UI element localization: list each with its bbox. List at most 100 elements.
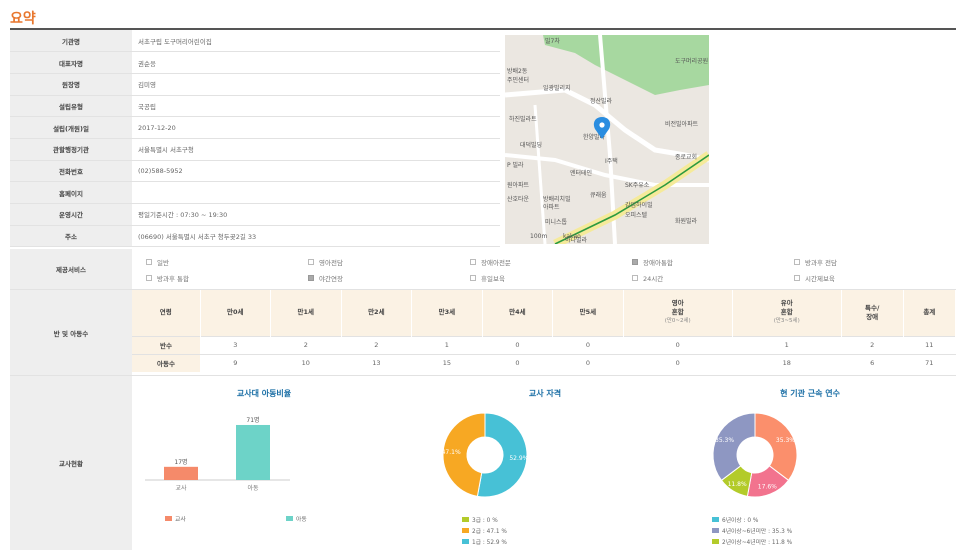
class-row: 아동수 9 10 13 15 0 0 0 18 6 71 [132, 353, 956, 372]
service-label: 휴일보육 [481, 275, 505, 283]
map-label: kakao [563, 233, 581, 240]
info-row: 전화번호 (02)588-5952 [10, 160, 500, 183]
class-cell: 2 [270, 335, 342, 354]
info-table: 기관명 서초구립 도구머리어린이집 대표자명 권순응 원장명 김미영 설립유형 국공립… [10, 30, 500, 248]
class-header: 총계 [903, 290, 957, 336]
info-value: 평일기준시간 : 07:30 ~ 19:30 [132, 203, 500, 226]
info-label: 대표자명 [10, 51, 132, 74]
bar-child [236, 424, 270, 480]
classes-table: 연령 만0세 만1세 만2세 만3세 만4세 만5세 영아 혼합 (만0~2세) 유아 혼합 (만3… [132, 290, 957, 372]
class-cell: 1 [411, 335, 483, 354]
info-label: 전화번호 [10, 160, 132, 183]
info-label: 관할행정기관 [10, 138, 132, 161]
map-label: I주택 [605, 158, 618, 165]
info-label: 기관명 [10, 30, 132, 53]
tenure-donut-chart: 35.3% 17.6% 11.8% 35.3% [712, 412, 798, 498]
map-label: P 빌라 [507, 161, 524, 169]
checkbox-icon [146, 275, 152, 281]
services-label: 제공서비스 [10, 249, 132, 290]
map-label: 종로교회 [675, 153, 697, 161]
info-row: 설립유형 국공립 [10, 95, 500, 118]
slice-data-label: 47.1% [442, 449, 461, 456]
legend-swatch [712, 517, 719, 522]
class-header: 만5세 [552, 290, 624, 336]
info-row: 홈페이지 [10, 181, 500, 204]
checkbox-icon [470, 259, 476, 265]
class-cell: 1 [732, 335, 842, 354]
info-label: 설립유형 [10, 95, 132, 118]
legend-label: 6년이상 : 0 % [722, 518, 759, 524]
legend-label: 3급 : 0 % [472, 518, 498, 524]
classes-label: 반 및 아동수 [10, 290, 132, 376]
info-label: 홈페이지 [10, 181, 132, 204]
slice-data-label: 11.8% [728, 481, 747, 488]
class-cell: 71 [903, 353, 956, 372]
service-option: 야간연장 [308, 273, 470, 283]
class-cell: 0 [623, 335, 733, 354]
service-option: 장애아통합 [632, 257, 794, 267]
service-option: 방과후 통합 [146, 273, 308, 283]
slice-data-label: 35.3% [776, 437, 795, 444]
legend-item: 2년이상~4년미만 : 11.8 % [712, 537, 792, 546]
service-option: 휴일보육 [470, 273, 632, 283]
map-label: 미니스톱 [545, 218, 568, 226]
map-label: 하진빌라트 [509, 115, 537, 123]
donut-slice [754, 412, 798, 482]
map-label: 방배2동 [507, 67, 528, 75]
info-value: (02)588-5952 [132, 160, 500, 183]
services-body: 일반 영아전담 장애아전문 장애아통합 방과후 전담 방과후 통합 야간연장 휴… [132, 249, 956, 290]
location-map[interactable]: 빌7차 방배2동 주민센터 일광빌리지 도구머리공원 정산빌라 하진빌라트 비전빌아파트 한양빌… [505, 35, 709, 244]
info-value: 권순응 [132, 51, 500, 74]
map-label: SK주유소 [625, 182, 650, 189]
legend-label: 4년이상~6년미만 : 35.3 % [722, 529, 793, 535]
map-label: 빌7차 [545, 37, 560, 45]
class-row-label: 아동수 [132, 353, 200, 372]
checkbox-icon [308, 275, 314, 281]
legend-item: 6년이상 : 0 % [712, 515, 758, 524]
class-header: 만0세 [200, 290, 272, 336]
legend-label: 2급 : 47.1 % [472, 529, 507, 535]
class-cell: 2 [841, 335, 904, 354]
service-label: 방과후 통합 [157, 275, 189, 283]
info-row: 운영시간 평일기준시간 : 07:30 ~ 19:30 [10, 203, 500, 226]
teacher-child-bar-chart [145, 424, 290, 481]
class-header: 만4세 [482, 290, 554, 336]
map-canvas[interactable]: 빌7차방배2동주민센터일광빌리지도구머리공원정산빌라하진빌라트비전빌아파트한양빌… [505, 35, 709, 244]
map-label: 오피스텔 [625, 211, 648, 219]
class-header: 연령 [132, 290, 201, 336]
map-label: 산호타운 [507, 195, 530, 203]
legend-swatch [462, 528, 469, 533]
service-option: 방과후 전담 [794, 257, 956, 267]
class-header: 만1세 [270, 290, 342, 336]
checkbox-icon [794, 259, 800, 265]
class-cell: 10 [270, 353, 342, 372]
class-cell: 3 [200, 335, 271, 354]
info-label: 주소 [10, 225, 132, 248]
chart-ratio-title: 교사대 아동비율 [236, 389, 292, 398]
class-row-label: 반수 [132, 335, 200, 354]
legend-label: 1급 : 52.9 % [472, 540, 507, 546]
map-label: 대덕빌딩 [520, 141, 542, 149]
info-value: 서초구립 도구머리어린이집 [132, 30, 500, 53]
class-header: 만2세 [341, 290, 413, 336]
legend-swatch [712, 528, 719, 533]
info-value: 2017-12-20 [132, 116, 500, 139]
info-row: 대표자명 권순응 [10, 51, 500, 74]
teachers-label: 교사현황 [10, 376, 132, 550]
map-label: 비전빌아파트 [665, 120, 699, 128]
class-header: 특수/ 장애 [841, 290, 904, 336]
service-label: 방과후 전담 [805, 259, 837, 267]
service-label: 일반 [157, 259, 169, 267]
qualification-donut-chart: 52.9% 47.1% [442, 412, 529, 498]
class-header: 영아 혼합 (만0~2세) [623, 290, 733, 336]
service-label: 장애아통합 [643, 259, 673, 267]
service-label: 시간제보육 [805, 275, 835, 283]
legend-swatch [712, 539, 719, 544]
slice-data-label: 52.9% [509, 455, 528, 462]
class-cell: 15 [411, 353, 483, 372]
service-option: 시간제보육 [794, 273, 956, 283]
legend-item: 1급 : 52.9 % [462, 537, 507, 546]
service-option: 일반 [146, 257, 308, 267]
bar-teacher [164, 466, 198, 480]
service-label: 야간연장 [319, 275, 343, 283]
